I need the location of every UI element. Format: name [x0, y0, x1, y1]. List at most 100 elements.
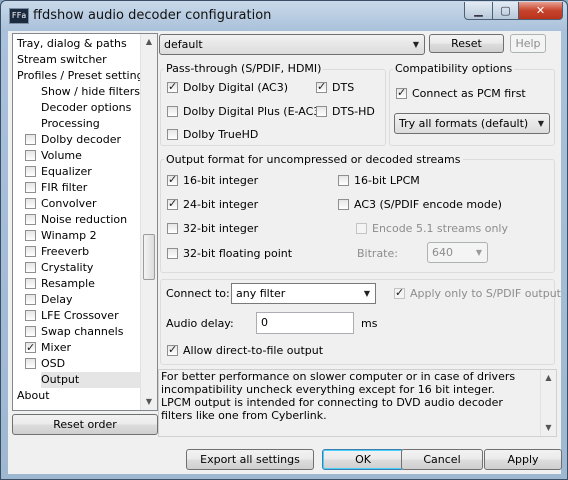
- sidebar-item[interactable]: Processing: [41, 116, 100, 132]
- sidebar-item[interactable]: Stream switcher: [17, 52, 107, 68]
- sidebar-item-label: Tray, dialog & paths: [17, 37, 127, 50]
- connect-pcm-first-checkbox[interactable]: Connect as PCM first: [396, 86, 526, 101]
- int32-checkbox[interactable]: 32-bit integer: [167, 222, 258, 236]
- truehd-passthrough-checkbox[interactable]: Dolby TrueHD: [167, 128, 258, 142]
- sidebar-item-checkbox[interactable]: [25, 198, 36, 209]
- cancel-button[interactable]: Cancel: [401, 449, 483, 470]
- sidebar-item[interactable]: Delay: [25, 292, 73, 308]
- scroll-up-icon[interactable]: ▲: [541, 370, 556, 386]
- sidebar-item-checkbox[interactable]: [25, 262, 36, 273]
- sidebar-item[interactable]: Convolver: [25, 196, 96, 212]
- scroll-up-icon[interactable]: ▲: [141, 34, 157, 50]
- audio-delay-input[interactable]: 0: [256, 312, 354, 334]
- float32-checkbox[interactable]: 32-bit floating point: [167, 247, 292, 261]
- sidebar-item-checkbox[interactable]: [25, 214, 36, 225]
- settings-tree[interactable]: Tray, dialog & paths Stream switcher Profi…: [12, 33, 158, 411]
- window-title: ffdshow audio decoder configuration: [33, 8, 272, 23]
- bitrate-value: 640: [432, 246, 453, 259]
- sidebar-item-checkbox[interactable]: [25, 340, 36, 356]
- int16-checkbox[interactable]: 16-bit integer: [167, 173, 258, 188]
- sidebar-item-label: Volume: [41, 149, 82, 162]
- scroll-down-icon[interactable]: ▼: [541, 420, 556, 436]
- direct-to-file-checkbox[interactable]: Allow direct-to-file output: [167, 343, 323, 358]
- sidebar-item[interactable]: Dolby decoder: [25, 132, 121, 148]
- int24-checkbox[interactable]: 24-bit integer: [167, 197, 258, 212]
- sidebar-item[interactable]: Volume: [25, 148, 82, 164]
- dtshd-passthrough-checkbox[interactable]: DTS-HD: [316, 105, 375, 119]
- sidebar-item[interactable]: LFE Crossover: [25, 308, 119, 324]
- title-bar[interactable]: FFa ffdshow audio decoder configuration …: [1, 1, 567, 31]
- chevron-down-icon: ▼: [412, 40, 419, 49]
- sidebar-item-checkbox[interactable]: [25, 326, 36, 337]
- reset-order-button[interactable]: Reset order: [12, 414, 158, 435]
- sidebar-item-label: Output: [41, 373, 80, 386]
- checkbox-label: 16-bit LPCM: [354, 174, 420, 187]
- sidebar-item[interactable]: Decoder options: [41, 100, 131, 116]
- checkbox-label: 32-bit floating point: [183, 247, 293, 260]
- spdif-only-checkbox[interactable]: Apply only to S/PDIF output: [394, 286, 561, 301]
- minimize-button[interactable]: ▁: [464, 2, 493, 20]
- sidebar-item-checkbox[interactable]: [25, 310, 36, 321]
- sidebar-item[interactable]: Mixer: [25, 340, 71, 356]
- sidebar-item[interactable]: Profiles / Preset settings: [17, 68, 149, 84]
- sidebar-item-checkbox[interactable]: [25, 150, 36, 161]
- ac3-encode-checkbox[interactable]: AC3 (S/PDIF encode mode): [338, 198, 502, 212]
- bitrate-select[interactable]: 640 ▼: [427, 242, 488, 263]
- scroll-down-icon[interactable]: ▼: [141, 394, 157, 410]
- sidebar-item-label: FIR filter: [41, 181, 88, 194]
- reset-preset-button[interactable]: Reset: [429, 34, 504, 53]
- sidebar-item[interactable]: Resample: [25, 276, 95, 292]
- close-icon: ✕: [535, 4, 546, 17]
- sidebar-item[interactable]: Show / hide filters: [41, 84, 140, 100]
- checkbox-label: 32-bit integer: [183, 222, 259, 235]
- checkbox-box: [356, 223, 367, 234]
- sidebar-item[interactable]: Swap channels: [25, 324, 123, 340]
- connect-to-select[interactable]: any filter ▼: [231, 283, 376, 304]
- info-text-box: For better performance on slower compute…: [158, 369, 557, 437]
- sidebar-item-checkbox[interactable]: [25, 358, 36, 369]
- sidebar-item-label: LFE Crossover: [41, 309, 119, 322]
- sidebar-item-checkbox[interactable]: [25, 246, 36, 257]
- sidebar-item-label: Decoder options: [41, 101, 132, 114]
- sidebar-item-checkbox[interactable]: [25, 134, 36, 145]
- checkbox-box: [316, 80, 327, 94]
- format-mode-select[interactable]: Try all formats (default) ▼: [394, 113, 550, 134]
- sidebar-item-checkbox[interactable]: [25, 278, 36, 289]
- sidebar-item[interactable]: FIR filter: [25, 180, 87, 196]
- checkbox-label: Connect as PCM first: [412, 87, 526, 100]
- eac3-passthrough-checkbox[interactable]: Dolby Digital Plus (E-AC3): [167, 105, 325, 119]
- checkbox-label: DTS-HD: [332, 105, 375, 118]
- sidebar-item[interactable]: Output: [41, 372, 141, 388]
- export-settings-button[interactable]: Export all settings: [186, 449, 314, 470]
- checkbox-box: [167, 223, 178, 234]
- checkbox-box: [167, 106, 178, 117]
- sidebar-item[interactable]: Noise reduction: [25, 212, 127, 228]
- checkbox-label: Apply only to S/PDIF output: [410, 287, 561, 300]
- preset-select[interactable]: default ▼: [159, 34, 425, 55]
- sidebar-item-checkbox[interactable]: [25, 230, 36, 241]
- sidebar-item[interactable]: Crystality: [25, 260, 93, 276]
- sidebar-item[interactable]: About: [17, 388, 50, 404]
- sidebar-item-checkbox[interactable]: [25, 294, 36, 305]
- sidebar-item[interactable]: OSD: [25, 356, 65, 372]
- sidebar-item[interactable]: Equalizer: [25, 164, 92, 180]
- apply-button[interactable]: Apply: [484, 449, 562, 470]
- info-scrollbar[interactable]: ▲ ▼: [540, 370, 556, 436]
- ac3-passthrough-checkbox[interactable]: Dolby Digital (AC3): [167, 80, 288, 95]
- sidebar-item-checkbox[interactable]: [25, 166, 36, 177]
- dts-passthrough-checkbox[interactable]: DTS: [316, 80, 354, 95]
- sidebar-item-checkbox[interactable]: [25, 182, 36, 193]
- maximize-button[interactable]: ▢: [492, 2, 519, 20]
- scroll-thumb[interactable]: [143, 234, 155, 280]
- lpcm16-checkbox[interactable]: 16-bit LPCM: [338, 174, 420, 188]
- help-button[interactable]: Help: [510, 34, 546, 53]
- tree-scrollbar[interactable]: ▲ ▼: [140, 34, 157, 410]
- sidebar-item[interactable]: Freeverb: [25, 244, 89, 260]
- sidebar-item[interactable]: Winamp 2: [25, 228, 97, 244]
- encode-51-only-checkbox[interactable]: Encode 5.1 streams only: [356, 222, 508, 236]
- chevron-down-icon: ▼: [363, 289, 370, 298]
- chevron-down-icon: ▼: [475, 248, 482, 257]
- sidebar-item[interactable]: Tray, dialog & paths: [17, 36, 127, 52]
- ok-button[interactable]: OK: [322, 449, 404, 470]
- close-button[interactable]: ✕: [518, 2, 563, 20]
